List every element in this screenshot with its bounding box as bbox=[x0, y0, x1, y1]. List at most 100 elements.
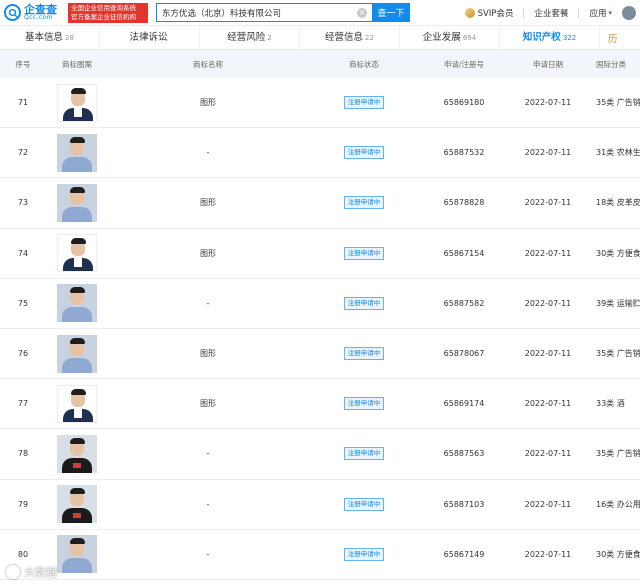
trademark-image[interactable] bbox=[57, 183, 97, 222]
table-row[interactable]: 73 图形 注册申请中 65878828 2022-07-11 18类 皮革皮具 bbox=[0, 178, 640, 229]
trademark-image[interactable] bbox=[57, 234, 97, 273]
registration-number[interactable]: 65878067 bbox=[420, 349, 508, 358]
package-link[interactable]: 企业套餐 bbox=[534, 7, 568, 19]
portrait-hair bbox=[69, 488, 85, 495]
tab-label: 企业发展 bbox=[422, 31, 461, 43]
status-cell: 注册申请中 bbox=[308, 246, 420, 260]
tab-count: 22 bbox=[365, 33, 374, 42]
table-row[interactable]: 71 图形 注册申请中 65869180 2022-07-11 35类 广告销售 bbox=[0, 78, 640, 129]
header-divider bbox=[523, 7, 525, 18]
registration-number[interactable]: 65867149 bbox=[420, 550, 508, 559]
user-avatar[interactable] bbox=[622, 5, 636, 20]
trademark-name: 图形 bbox=[200, 248, 216, 258]
table-row[interactable]: 72 - 注册申请中 65887532 2022-07-11 31类 农林生鲜 bbox=[0, 128, 640, 179]
portrait-body bbox=[62, 206, 92, 222]
table-row[interactable]: 80 - 注册申请中 65867149 2022-07-11 30类 方便食品 bbox=[0, 530, 640, 580]
registration-number[interactable]: 65887582 bbox=[420, 299, 508, 308]
qcc-logo-icon bbox=[4, 4, 21, 21]
status-badge: 注册申请中 bbox=[343, 347, 385, 361]
trademark-image[interactable] bbox=[57, 535, 97, 574]
row-index: 73 bbox=[17, 198, 29, 208]
application-date: 2022-07-11 bbox=[524, 349, 572, 359]
trademark-image-cell bbox=[46, 384, 108, 423]
tab-label: 知识产权 bbox=[522, 31, 561, 43]
table-row[interactable]: 77 图形 注册申请中 65869174 2022-07-11 33类 酒 bbox=[0, 379, 640, 430]
registration-number[interactable]: 65869180 bbox=[420, 98, 508, 107]
apps-menu[interactable]: 应用 ▾ bbox=[589, 7, 612, 19]
col-header-index: 序号 bbox=[15, 59, 31, 69]
trademark-image[interactable] bbox=[57, 434, 97, 473]
tab-count: 694 bbox=[462, 33, 477, 42]
portrait-print bbox=[73, 462, 81, 468]
table-row[interactable]: 79 - 注册申请中 65887103 2022-07-11 16类 办公用品 bbox=[0, 480, 640, 530]
application-date: 2022-07-11 bbox=[524, 499, 572, 509]
application-date: 2022-07-11 bbox=[524, 549, 572, 559]
registration-number[interactable]: 65869174 bbox=[420, 399, 508, 408]
trademark-name: 图形 bbox=[200, 98, 216, 108]
qcc-logo[interactable]: 企查查 Qcc.com bbox=[4, 4, 68, 21]
portrait-body bbox=[62, 307, 92, 323]
tab-4[interactable]: 企业发展 694 bbox=[400, 25, 500, 50]
status-cell: 注册申请中 bbox=[308, 196, 420, 210]
tab-label: 经营信息 bbox=[325, 31, 364, 43]
clear-icon[interactable]: × bbox=[357, 7, 367, 18]
trademark-image[interactable] bbox=[57, 83, 97, 122]
trademark-image-cell bbox=[46, 485, 108, 524]
status-badge: 注册申请中 bbox=[343, 497, 385, 511]
registration-number[interactable]: 65887532 bbox=[420, 148, 508, 157]
portrait-hair bbox=[69, 186, 85, 193]
tab-2[interactable]: 经营风险 2 bbox=[200, 25, 300, 50]
svip-label: SVIP会员 bbox=[477, 8, 514, 19]
trademark-image[interactable] bbox=[57, 284, 97, 323]
international-class: 33类 酒 bbox=[596, 399, 625, 409]
trademark-image[interactable] bbox=[57, 485, 97, 524]
logo-sub-text: Qcc.com bbox=[24, 14, 53, 21]
tab-5[interactable]: 知识产权 322 bbox=[500, 25, 600, 50]
col-header-reg-no: 申请/注册号 bbox=[443, 59, 485, 69]
trademark-image[interactable] bbox=[57, 384, 97, 423]
trademark-image-cell bbox=[46, 284, 108, 323]
portrait-hair bbox=[69, 437, 85, 444]
status-badge: 注册申请中 bbox=[343, 447, 385, 461]
portrait-hair bbox=[70, 388, 86, 395]
registration-number[interactable]: 65878828 bbox=[420, 198, 508, 207]
search-button[interactable]: 查一下 bbox=[372, 3, 410, 22]
registration-number[interactable]: 65887103 bbox=[420, 500, 508, 509]
watermark-text: 大数据 bbox=[24, 566, 57, 579]
tab-0[interactable]: 基本信息 28 bbox=[0, 25, 100, 50]
table-header: 序号 商标图案 商标名称 商标状态 申请/注册号 申请日期 国际分类 bbox=[0, 50, 640, 78]
trademark-image[interactable] bbox=[57, 133, 97, 172]
table-row[interactable]: 78 - 注册申请中 65887563 2022-07-11 35类 广告销售 bbox=[0, 429, 640, 480]
tab-more[interactable]: 历 bbox=[600, 31, 640, 45]
trademark-table-body: 71图形注册申请中658691802022-07-1135类 广告销售72-注册… bbox=[0, 78, 640, 580]
trademark-image-cell bbox=[46, 83, 108, 122]
application-date: 2022-07-11 bbox=[524, 248, 572, 258]
search-input-value: 东方优选（北京）科技有限公司 bbox=[162, 8, 282, 19]
status-badge: 注册申请中 bbox=[343, 246, 385, 260]
tab-label: 基本信息 bbox=[25, 31, 64, 43]
registration-number[interactable]: 65887563 bbox=[420, 449, 508, 458]
trademark-image[interactable] bbox=[57, 334, 97, 373]
badge-line-1: 全国企业信用查询系统 bbox=[71, 3, 136, 12]
row-index: 77 bbox=[17, 399, 29, 409]
registration-number[interactable]: 65867154 bbox=[420, 249, 508, 258]
application-date: 2022-07-11 bbox=[524, 148, 572, 158]
apps-label: 应用 bbox=[589, 8, 607, 19]
watermark-logo-icon bbox=[6, 565, 20, 579]
trademark-image-cell bbox=[46, 133, 108, 172]
tab-3[interactable]: 经营信息 22 bbox=[300, 25, 400, 50]
status-cell: 注册申请中 bbox=[308, 447, 420, 461]
application-date: 2022-07-11 bbox=[524, 98, 572, 108]
international-class: 39类 运输贮藏 bbox=[596, 298, 640, 308]
row-index: 75 bbox=[17, 298, 29, 308]
table-row[interactable]: 75 - 注册申请中 65887582 2022-07-11 39类 运输贮藏 bbox=[0, 279, 640, 329]
search-input[interactable]: 东方优选（北京）科技有限公司 × bbox=[156, 3, 372, 22]
international-class: 18类 皮革皮具 bbox=[596, 198, 640, 208]
table-row[interactable]: 74 图形 注册申请中 65867154 2022-07-11 30类 方便食品 bbox=[0, 229, 640, 279]
table-row[interactable]: 76 图形 注册申请中 65878067 2022-07-11 35类 广告销售 bbox=[0, 329, 640, 380]
chevron-down-icon: ▾ bbox=[608, 8, 612, 17]
svip-link[interactable]: SVIP会员 bbox=[464, 7, 514, 19]
portrait-hair bbox=[70, 87, 86, 94]
row-index: 78 bbox=[17, 449, 29, 459]
tab-1[interactable]: 法律诉讼 bbox=[100, 25, 200, 50]
